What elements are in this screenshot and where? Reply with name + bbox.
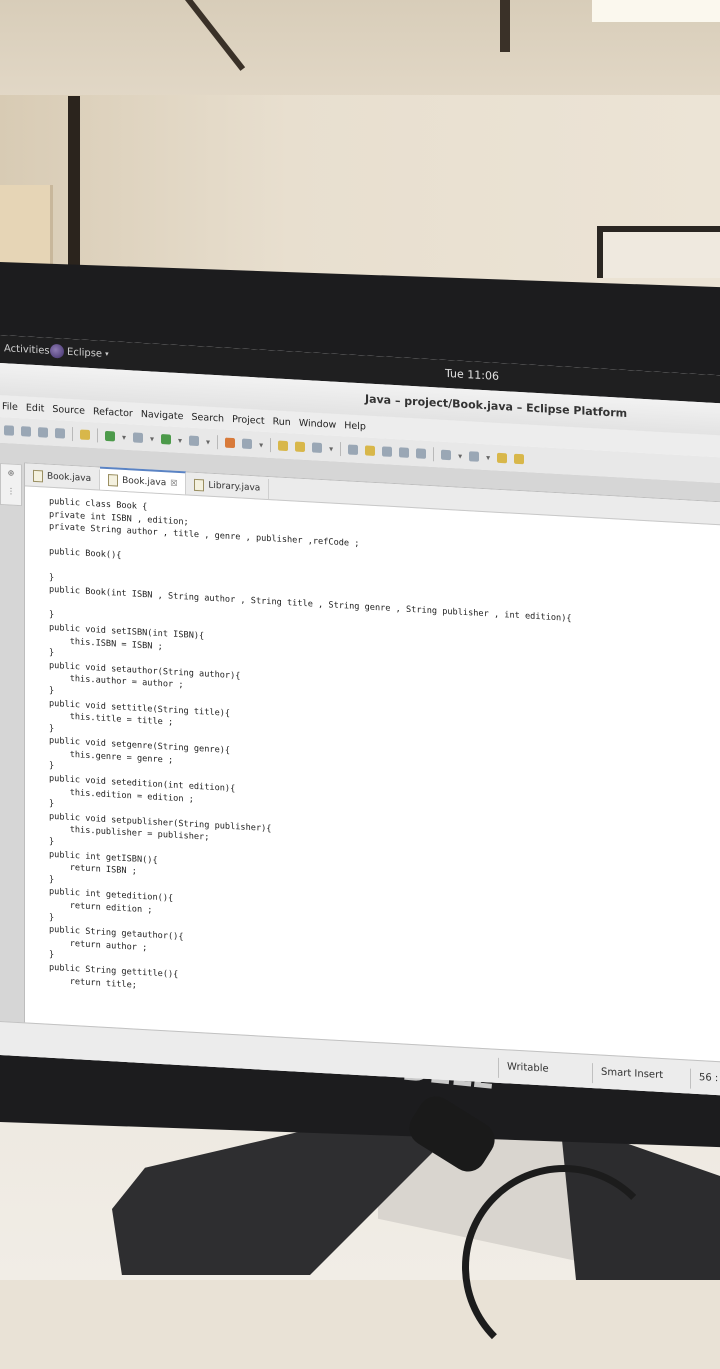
skip-breakpoints-icon[interactable] — [105, 430, 115, 442]
toolbar-separator — [270, 438, 272, 453]
toolbar-separator — [433, 447, 435, 462]
search-icon[interactable] — [312, 442, 323, 454]
paragraph-icon[interactable] — [416, 448, 427, 459]
menu-file[interactable]: File — [2, 401, 18, 413]
status-cursor-position: 56 : — [690, 1068, 719, 1091]
chevron-down-icon[interactable]: ▾ — [458, 451, 462, 460]
chevron-down-icon[interactable]: ▾ — [486, 453, 490, 462]
app-menu[interactable]: Eclipse ▾ — [50, 341, 109, 364]
tab-label: Book.java — [122, 475, 167, 488]
open-type-icon[interactable] — [80, 429, 90, 441]
menu-window[interactable]: Window — [299, 417, 336, 430]
ceiling-beam — [500, 0, 510, 52]
clock[interactable]: Tue 11:06 — [445, 367, 499, 383]
chevron-down-icon[interactable]: ▾ — [122, 432, 126, 441]
screen: Activities Eclipse ▾ Tue 11:06 Java – pr… — [0, 335, 720, 1096]
java-file-icon — [194, 478, 205, 492]
menu-project[interactable]: Project — [232, 413, 265, 426]
next-annotation-icon[interactable] — [441, 449, 452, 461]
new-java-project-icon[interactable] — [225, 437, 236, 449]
window-title: Java – project/Book.java – Eclipse Platf… — [365, 392, 628, 421]
java-file-icon — [108, 473, 119, 487]
menu-search[interactable]: Search — [191, 411, 224, 424]
previous-annotation-icon[interactable] — [469, 451, 480, 462]
wall-frame — [597, 226, 720, 278]
toggle-mark-occurrences-icon[interactable] — [348, 444, 359, 456]
forward-arrow-icon[interactable] — [514, 453, 525, 465]
status-writable: Writable — [498, 1057, 549, 1081]
chevron-down-icon[interactable]: ▾ — [150, 434, 154, 443]
tab-label: Library.java — [208, 480, 261, 494]
activities-button[interactable]: Activities — [4, 343, 50, 357]
open-task-icon[interactable] — [295, 441, 306, 453]
external-tools-icon[interactable] — [189, 435, 200, 447]
show-whitespace-icon[interactable] — [399, 447, 410, 458]
toolbar-separator — [340, 442, 342, 457]
workbench: ⊕ ⋮ Book.java Book.java ☒ Library.java pu… — [0, 443, 720, 1096]
tab-book-java-1[interactable]: Book.java — [25, 465, 101, 490]
status-insert-mode: Smart Insert — [592, 1063, 664, 1088]
toolbar-separator — [217, 435, 219, 450]
menu-edit[interactable]: Edit — [26, 402, 44, 414]
chevron-down-icon[interactable]: ▾ — [329, 444, 333, 453]
minimized-view-rail[interactable]: ⊕ ⋮ — [0, 463, 22, 507]
menu-refactor[interactable]: Refactor — [93, 406, 133, 419]
save-all-icon[interactable] — [38, 427, 48, 438]
block-selection-icon[interactable] — [382, 446, 393, 457]
chevron-down-icon[interactable]: ▾ — [178, 435, 182, 444]
code-area[interactable]: public class Book {private int ISBN , ed… — [25, 487, 720, 1046]
save-icon[interactable] — [21, 426, 31, 437]
chevron-down-icon: ▾ — [105, 349, 109, 359]
run-icon[interactable] — [161, 434, 172, 445]
java-editor: Book.java Book.java ☒ Library.java publi… — [24, 462, 720, 1064]
debug-icon[interactable] — [133, 432, 144, 443]
toolbar-separator — [97, 428, 98, 443]
tab-library-java[interactable]: Library.java — [186, 474, 270, 500]
menu-source[interactable]: Source — [52, 403, 85, 416]
app-menu-label: Eclipse — [67, 346, 103, 360]
tab-label: Book.java — [47, 471, 92, 485]
cable — [462, 1165, 666, 1369]
java-file-icon — [33, 469, 43, 483]
chevron-down-icon[interactable]: ▾ — [206, 437, 210, 446]
menu-help[interactable]: Help — [344, 420, 366, 432]
open-folder-icon[interactable] — [278, 440, 289, 452]
new-icon[interactable] — [4, 425, 14, 436]
toolbar-separator — [72, 427, 73, 442]
menu-navigate[interactable]: Navigate — [141, 408, 184, 421]
print-icon[interactable] — [55, 428, 65, 439]
chevron-down-icon[interactable]: ▾ — [259, 440, 263, 449]
new-package-icon[interactable] — [242, 438, 253, 450]
menu-run[interactable]: Run — [273, 416, 291, 428]
close-icon[interactable]: ☒ — [170, 479, 177, 488]
highlight-icon[interactable] — [365, 445, 376, 456]
back-arrow-icon[interactable] — [497, 452, 508, 464]
eclipse-icon — [50, 343, 64, 359]
ceiling-light — [592, 0, 720, 22]
tab-book-java-2[interactable]: Book.java ☒ — [100, 466, 187, 495]
